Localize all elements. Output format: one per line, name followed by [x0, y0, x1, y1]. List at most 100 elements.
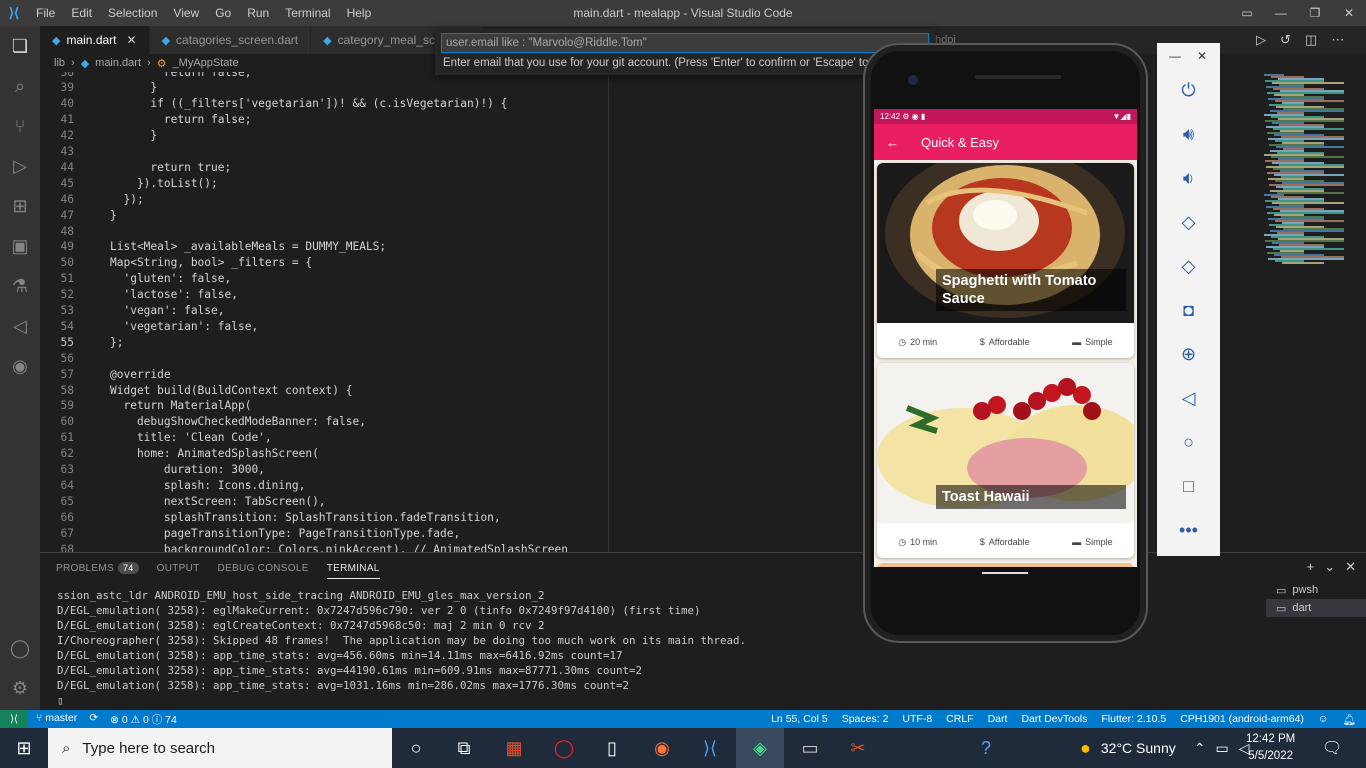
- tab-output[interactable]: OUTPUT: [157, 563, 200, 574]
- code-line[interactable]: 45 }).toList();: [40, 175, 660, 191]
- code-line[interactable]: 48: [40, 223, 660, 239]
- microsoft-store-icon[interactable]: ▦: [490, 728, 538, 768]
- code-line[interactable]: 52 'lactose': false,: [40, 287, 660, 303]
- terminal-item-dart[interactable]: ▭ dart: [1266, 599, 1366, 617]
- meal-card[interactable]: Toast Hawaii ◷ 10 min $ Affordable ▬ Simple: [877, 363, 1134, 558]
- code-line[interactable]: 54 'vegetarian': false,: [40, 318, 660, 334]
- tab-catagories-screen[interactable]: ◆ catagories_screen.dart: [149, 26, 312, 54]
- notifications-icon[interactable]: 🗨︎: [1322, 738, 1342, 758]
- menu-run[interactable]: Run: [239, 6, 277, 20]
- weather-text[interactable]: 32°C Sunny: [1101, 740, 1176, 756]
- more-icon[interactable]: •••: [1157, 515, 1220, 545]
- remote-explorer-icon[interactable]: ▣: [0, 226, 40, 266]
- accounts-icon[interactable]: ◯: [0, 628, 40, 668]
- code-line[interactable]: 63 duration: 3000,: [40, 462, 660, 478]
- help-icon[interactable]: ?: [962, 728, 1010, 768]
- home-icon[interactable]: ○: [1157, 427, 1220, 457]
- code-line[interactable]: 40 if ((_filters['vegetarian'])! && (c.i…: [40, 96, 660, 112]
- cursor-position[interactable]: Ln 55, Col 5: [771, 713, 828, 726]
- firefox-icon[interactable]: ◉: [638, 728, 686, 768]
- code-line[interactable]: 57 @override: [40, 366, 660, 382]
- drive-icon[interactable]: ▭: [786, 728, 834, 768]
- volume-up-icon[interactable]: 🔊︎: [1157, 119, 1220, 149]
- close-panel-icon[interactable]: ✕: [1345, 559, 1356, 575]
- rotate-right-icon[interactable]: ◇: [1157, 251, 1220, 281]
- minimize-icon[interactable]: —: [1264, 6, 1298, 20]
- code-line[interactable]: 39 }: [40, 80, 660, 96]
- android-studio-icon[interactable]: ◈: [736, 728, 784, 768]
- taskbar-clock[interactable]: 12:42 PM 5/5/2022: [1246, 731, 1295, 765]
- code-line[interactable]: 46 });: [40, 191, 660, 207]
- vscode-taskbar-icon[interactable]: ⟩⟨: [686, 728, 734, 768]
- flutter-version[interactable]: Flutter: 2.10.5: [1101, 713, 1166, 726]
- network-icon[interactable]: ▭: [1215, 740, 1228, 757]
- menu-go[interactable]: Go: [207, 6, 239, 20]
- code-line[interactable]: 53 'vegan': false,: [40, 303, 660, 319]
- opera-icon[interactable]: ◯: [540, 728, 588, 768]
- tab-terminal[interactable]: TERMINAL: [326, 558, 380, 579]
- code-line[interactable]: 64 splash: Icons.dining,: [40, 477, 660, 493]
- phone-screen[interactable]: 12:42 ⚙ ◉ ▮ ▼◢▮ ← Quick & Easy Spaghetti…: [874, 109, 1137, 567]
- code-line[interactable]: 60 debugShowCheckedModeBanner: false,: [40, 414, 660, 430]
- code-line[interactable]: 50 Map<String, bool> _filters = {: [40, 255, 660, 271]
- dart-devtools[interactable]: Dart DevTools: [1021, 713, 1087, 726]
- chevron-up-icon[interactable]: ⌃: [1194, 740, 1206, 757]
- rotate-left-icon[interactable]: ◇: [1157, 207, 1220, 237]
- chevron-down-icon[interactable]: ⌄: [1324, 559, 1335, 575]
- device-selector[interactable]: CPH1901 (android-arm64): [1180, 713, 1304, 726]
- split-editor-icon[interactable]: ◫: [1305, 32, 1317, 48]
- screenshot-icon[interactable]: ◘: [1157, 295, 1220, 325]
- code-line[interactable]: 59 return MaterialApp(: [40, 398, 660, 414]
- terminal-item-pwsh[interactable]: ▭ pwsh: [1266, 581, 1366, 599]
- breadcrumb-lib[interactable]: lib: [54, 57, 65, 69]
- task-view-icon[interactable]: ⧉: [440, 728, 488, 768]
- more-actions-icon[interactable]: ⋯: [1331, 32, 1344, 48]
- minimize-emulator-icon[interactable]: —: [1169, 49, 1181, 63]
- back-icon[interactable]: ◁: [1157, 383, 1220, 413]
- code-line[interactable]: 56: [40, 350, 660, 366]
- power-icon[interactable]: ⏻: [1157, 75, 1220, 105]
- line-ending[interactable]: CRLF: [946, 713, 973, 726]
- restore-icon[interactable]: ❐: [1298, 6, 1332, 20]
- zoom-icon[interactable]: ⊕: [1157, 339, 1220, 369]
- code-line[interactable]: 43: [40, 144, 660, 160]
- source-control-icon[interactable]: ⑂: [0, 106, 40, 146]
- windows-start-icon[interactable]: ⊞: [0, 728, 48, 768]
- indentation[interactable]: Spaces: 2: [842, 713, 889, 726]
- testing-icon[interactable]: ⚗: [0, 266, 40, 306]
- extensions-icon[interactable]: ⊞: [0, 186, 40, 226]
- sync-icon[interactable]: ⟳: [89, 712, 98, 727]
- taskbar-search[interactable]: ⌕ Type here to search: [48, 728, 392, 768]
- menu-edit[interactable]: Edit: [63, 6, 100, 20]
- meal-card[interactable]: Spaghetti with Tomato Sauce ◷ 20 min $ Aff…: [877, 163, 1134, 358]
- quick-input-field[interactable]: user.email like : "Marvolo@Riddle.Tom": [441, 33, 929, 53]
- encoding[interactable]: UTF-8: [902, 713, 932, 726]
- tab-problems[interactable]: PROBLEMS 74: [56, 561, 139, 574]
- snipping-tool-icon[interactable]: ✂: [834, 728, 882, 768]
- volume-down-icon[interactable]: 🔉︎: [1157, 163, 1220, 193]
- flutter-icon[interactable]: ◁: [0, 306, 40, 346]
- code-line[interactable]: 42 }: [40, 128, 660, 144]
- new-terminal-icon[interactable]: +: [1307, 559, 1315, 575]
- breadcrumb-class[interactable]: _MyAppState: [173, 57, 239, 69]
- menu-file[interactable]: File: [28, 6, 63, 20]
- minimap[interactable]: [1256, 72, 1366, 552]
- history-icon[interactable]: ↺: [1280, 32, 1291, 48]
- menu-view[interactable]: View: [165, 6, 207, 20]
- close-emulator-icon[interactable]: ✕: [1197, 49, 1207, 63]
- github-icon[interactable]: ◉: [0, 346, 40, 386]
- explorer-icon[interactable]: ❏: [0, 26, 40, 66]
- search-icon[interactable]: ⌕: [0, 66, 40, 106]
- problems-status[interactable]: ⊗ 0 ⚠ 0 ⓘ 74: [110, 712, 177, 727]
- code-line[interactable]: 61 title: 'Clean Code',: [40, 430, 660, 446]
- run-debug-icon[interactable]: ▷: [0, 146, 40, 186]
- close-tab-icon[interactable]: ✕: [127, 33, 137, 47]
- menu-terminal[interactable]: Terminal: [277, 6, 338, 20]
- code-line[interactable]: 67 pageTransitionType: PageTransitionTyp…: [40, 525, 660, 541]
- code-line[interactable]: 66 splashTransition: SplashTransition.fa…: [40, 509, 660, 525]
- code-line[interactable]: 41 return false;: [40, 112, 660, 128]
- code-line[interactable]: 44 return true;: [40, 159, 660, 175]
- breadcrumb-file[interactable]: main.dart: [95, 57, 141, 69]
- code-line[interactable]: 47}: [40, 207, 660, 223]
- menu-help[interactable]: Help: [339, 6, 380, 20]
